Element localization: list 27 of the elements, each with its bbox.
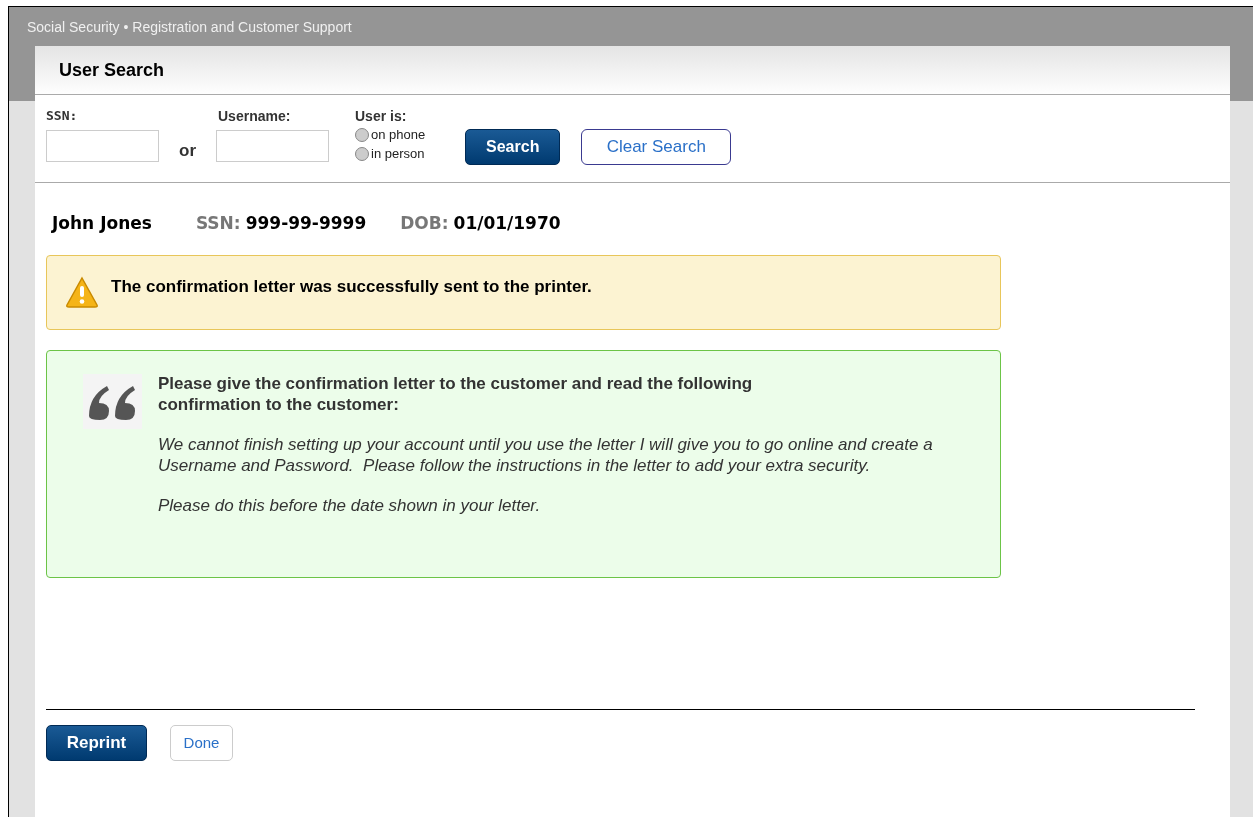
warning-message: The confirmation letter was successfully sent to the printer. — [111, 276, 592, 299]
script-paragraph: We cannot finish setting up your account until you use the letter I will give you to go online and create a Username and Password. Please follow the instructions in the letter to add your extra security. — [158, 433, 934, 476]
radio-label: on phone — [371, 127, 426, 143]
instruction-text: Please give the confirmation letter to the customer and read the following confirmation to the customer: — [158, 372, 754, 415]
radio-button[interactable] — [355, 147, 369, 161]
dob-value: 01/01/1970 — [453, 212, 561, 235]
ssn-label: SSN: — [46, 108, 79, 124]
warning-icon — [65, 276, 99, 308]
person-name: John Jones — [52, 212, 152, 235]
clear-search-button[interactable]: Clear Search — [581, 129, 732, 165]
ssn-value: 999-99-9999 — [245, 212, 367, 235]
ssn-input-field[interactable] — [46, 130, 159, 162]
script-paragraph: Please do this before the date shown in your letter. — [158, 494, 542, 516]
radio-button[interactable] — [355, 128, 369, 142]
header-title: Social Security • Registration and Customer Support — [26, 18, 353, 37]
radio-label: in person — [371, 146, 425, 162]
done-button[interactable]: Done — [170, 725, 233, 761]
reprint-button[interactable]: Reprint — [46, 725, 147, 761]
dob-caption: DOB: — [400, 212, 449, 235]
panel-title: User Search — [59, 58, 165, 82]
user-is-label: User is: — [355, 108, 408, 124]
or-label: or — [179, 140, 196, 162]
username-label: Username: — [218, 108, 292, 124]
search-button[interactable]: Search — [465, 129, 561, 165]
ssn-caption: SSN: — [195, 212, 241, 235]
quote-mark-icon — [83, 373, 142, 429]
username-input-field[interactable] — [216, 130, 329, 162]
